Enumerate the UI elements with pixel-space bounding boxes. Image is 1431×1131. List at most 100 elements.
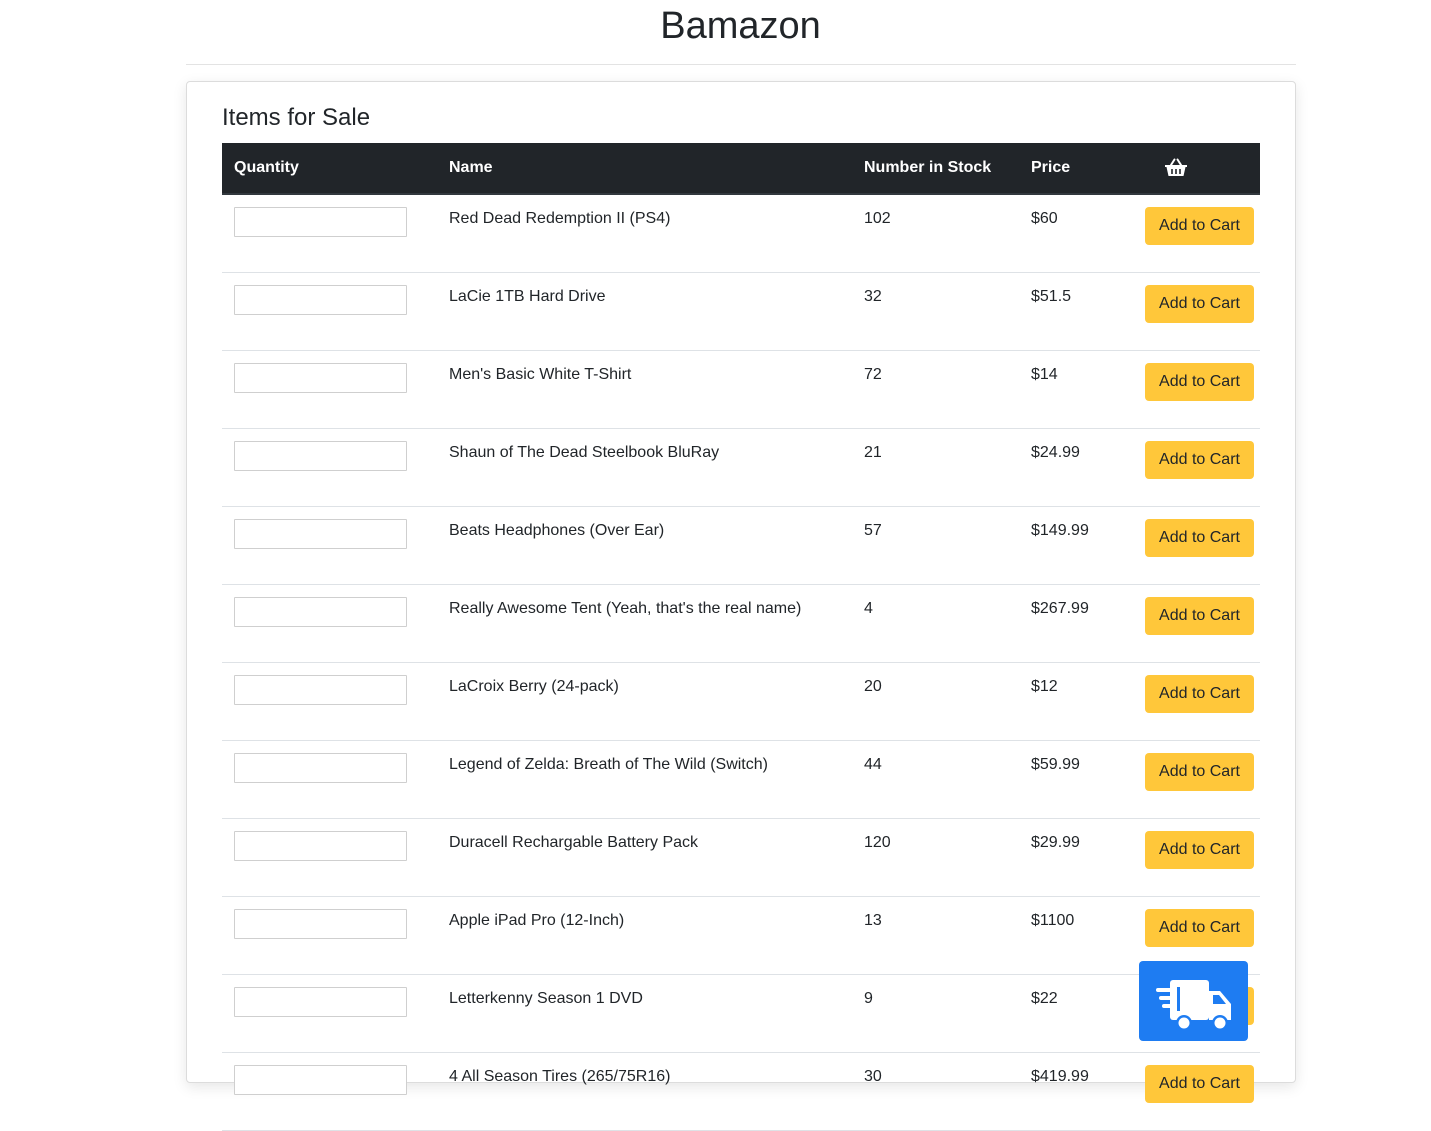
- quantity-cell: [222, 974, 437, 1053]
- item-stock: 30: [852, 1052, 1019, 1131]
- basket-icon: [1164, 158, 1188, 178]
- item-stock: 120: [852, 818, 1019, 897]
- item-stock: 32: [852, 272, 1019, 351]
- item-name: Men's Basic White T-Shirt: [437, 350, 852, 429]
- add-to-cart-button[interactable]: Add to Cart: [1145, 441, 1254, 479]
- quantity-input[interactable]: [234, 441, 407, 471]
- items-table: Quantity Name Number in Stock Price Red …: [222, 143, 1260, 1131]
- quantity-cell: [222, 896, 437, 975]
- add-to-cart-button[interactable]: Add to Cart: [1145, 207, 1254, 245]
- quantity-cell: [222, 506, 437, 585]
- add-to-cart-button[interactable]: Add to Cart: [1145, 753, 1254, 791]
- quantity-input[interactable]: [234, 597, 407, 627]
- item-name: Apple iPad Pro (12-Inch): [437, 896, 852, 975]
- quantity-input[interactable]: [234, 519, 407, 549]
- item-stock: 20: [852, 662, 1019, 741]
- action-cell: Add to Cart: [1136, 428, 1260, 507]
- item-name: Letterkenny Season 1 DVD: [437, 974, 852, 1053]
- quantity-cell: [222, 818, 437, 897]
- item-name: Red Dead Redemption II (PS4): [437, 194, 852, 273]
- quantity-cell: [222, 740, 437, 819]
- table-header-row: Quantity Name Number in Stock Price: [222, 143, 1260, 195]
- item-name: Beats Headphones (Over Ear): [437, 506, 852, 585]
- table-row: Red Dead Redemption II (PS4) 102 $60 Add to…: [222, 194, 1260, 273]
- item-name: LaCroix Berry (24-pack): [437, 662, 852, 741]
- item-stock: 13: [852, 896, 1019, 975]
- item-price: $51.5: [1019, 272, 1136, 351]
- item-stock: 72: [852, 350, 1019, 429]
- table-row: Apple iPad Pro (12-Inch) 13 $1100 Add to Ca…: [222, 896, 1260, 975]
- quantity-cell: [222, 350, 437, 429]
- quantity-cell: [222, 272, 437, 351]
- item-name: Legend of Zelda: Breath of The Wild (Swi…: [437, 740, 852, 819]
- quantity-cell: [222, 428, 437, 507]
- item-name: LaCie 1TB Hard Drive: [437, 272, 852, 351]
- item-name: Really Awesome Tent (Yeah, that's the re…: [437, 584, 852, 663]
- quantity-cell: [222, 662, 437, 741]
- item-price: $12: [1019, 662, 1136, 741]
- item-price: $24.99: [1019, 428, 1136, 507]
- action-cell: Add to Cart: [1136, 1052, 1260, 1131]
- quantity-input[interactable]: [234, 363, 407, 393]
- quantity-input[interactable]: [234, 1065, 407, 1095]
- add-to-cart-button[interactable]: Add to Cart: [1145, 285, 1254, 323]
- item-price: $29.99: [1019, 818, 1136, 897]
- table-row: LaCie 1TB Hard Drive 32 $51.5 Add to Cart: [222, 272, 1260, 351]
- item-price: $59.99: [1019, 740, 1136, 819]
- table-row: Really Awesome Tent (Yeah, that's the re…: [222, 584, 1260, 663]
- table-row: Shaun of The Dead Steelbook BluRay 21 $24.…: [222, 428, 1260, 507]
- action-cell: Add to Cart: [1136, 272, 1260, 351]
- quantity-cell: [222, 1052, 437, 1131]
- quantity-input[interactable]: [234, 753, 407, 783]
- item-price: $419.99: [1019, 1052, 1136, 1131]
- item-price: $267.99: [1019, 584, 1136, 663]
- action-cell: Add to Cart: [1136, 350, 1260, 429]
- action-cell: Add to Cart: [1136, 584, 1260, 663]
- checkout-truck-button[interactable]: [1139, 961, 1248, 1041]
- table-row: Beats Headphones (Over Ear) 57 $149.99 Add …: [222, 506, 1260, 585]
- item-price: $149.99: [1019, 506, 1136, 585]
- action-cell: Add to Cart: [1136, 740, 1260, 819]
- item-stock: 21: [852, 428, 1019, 507]
- item-price: $1100: [1019, 896, 1136, 975]
- add-to-cart-button[interactable]: Add to Cart: [1145, 363, 1254, 401]
- table-row: Letterkenny Season 1 DVD9$22Add to Cart: [222, 974, 1260, 1053]
- quantity-input[interactable]: [234, 831, 407, 861]
- quantity-input[interactable]: [234, 207, 407, 237]
- action-cell: Add to Cart: [1136, 662, 1260, 741]
- item-price: $14: [1019, 350, 1136, 429]
- quantity-cell: [222, 584, 437, 663]
- item-stock: 102: [852, 194, 1019, 273]
- item-stock: 57: [852, 506, 1019, 585]
- add-to-cart-button[interactable]: Add to Cart: [1145, 597, 1254, 635]
- action-cell: Add to Cart: [1136, 194, 1260, 273]
- header-name: Name: [437, 143, 852, 195]
- item-name: Shaun of The Dead Steelbook BluRay: [437, 428, 852, 507]
- quantity-input[interactable]: [234, 285, 407, 315]
- table-row: Duracell Rechargable Battery Pack 120 $29.…: [222, 818, 1260, 897]
- item-price: $60: [1019, 194, 1136, 273]
- add-to-cart-button[interactable]: Add to Cart: [1145, 675, 1254, 713]
- quantity-input[interactable]: [234, 987, 407, 1017]
- header-cart: [1136, 143, 1260, 195]
- section-title: Items for Sale: [222, 104, 371, 131]
- header-quantity: Quantity: [222, 143, 437, 195]
- header-price: Price: [1019, 143, 1136, 195]
- add-to-cart-button[interactable]: Add to Cart: [1145, 519, 1254, 557]
- add-to-cart-button[interactable]: Add to Cart: [1145, 909, 1254, 947]
- quantity-input[interactable]: [234, 675, 407, 705]
- table-row: Men's Basic White T-Shirt 72 $14 Add to Car…: [222, 350, 1260, 429]
- item-name: 4 All Season Tires (265/75R16): [437, 1052, 852, 1131]
- quantity-input[interactable]: [234, 909, 407, 939]
- item-name: Duracell Rechargable Battery Pack: [437, 818, 852, 897]
- action-cell: Add to Cart: [1136, 818, 1260, 897]
- delivery-truck-icon: [1156, 980, 1231, 1031]
- header-stock: Number in Stock: [852, 143, 1019, 195]
- site-title: Bamazon: [660, 5, 821, 47]
- action-cell: Add to Cart: [1136, 506, 1260, 585]
- table-row: Legend of Zelda: Breath of The Wild (Swi…: [222, 740, 1260, 819]
- add-to-cart-button[interactable]: Add to Cart: [1145, 1065, 1254, 1103]
- add-to-cart-button[interactable]: Add to Cart: [1145, 831, 1254, 869]
- item-stock: 4: [852, 584, 1019, 663]
- item-stock: 44: [852, 740, 1019, 819]
